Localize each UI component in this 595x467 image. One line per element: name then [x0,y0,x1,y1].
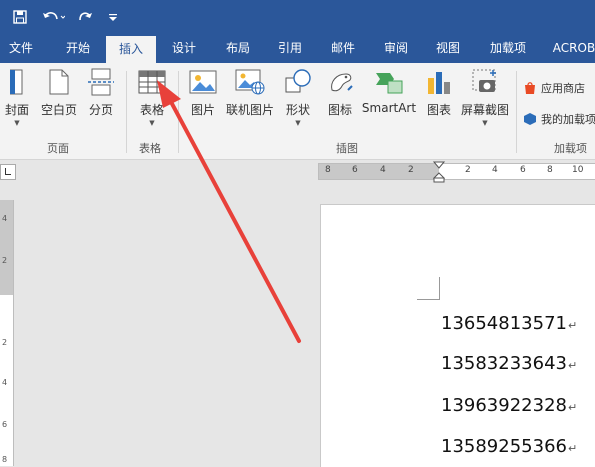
annotation-arrow [157,80,301,343]
